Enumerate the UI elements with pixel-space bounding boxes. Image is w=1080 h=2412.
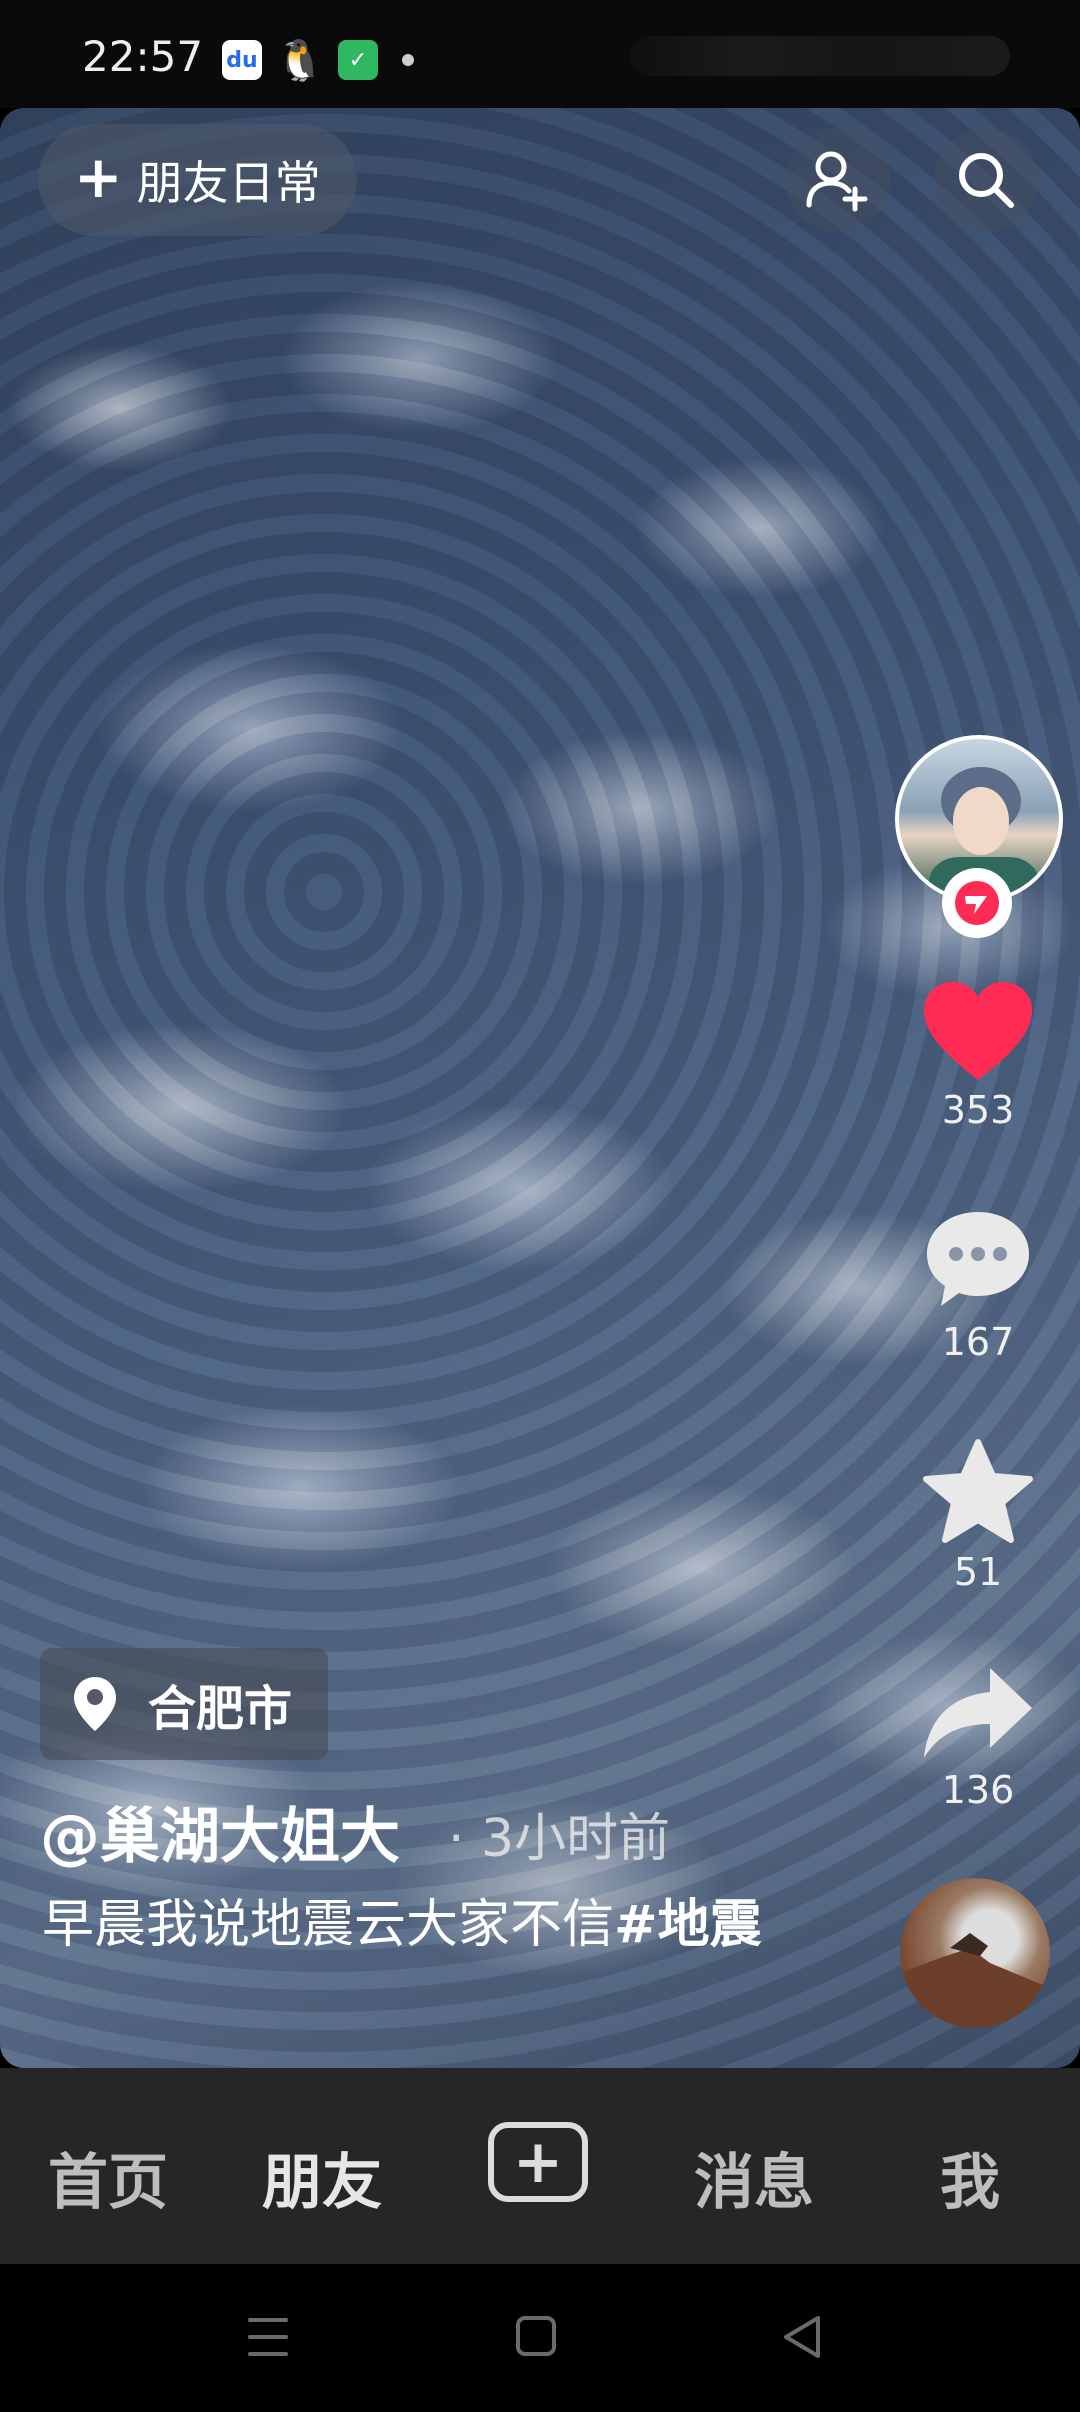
post-caption: 早晨我说地震云大家不信#地震 <box>42 1890 782 1960</box>
comment-icon <box>927 1212 1029 1306</box>
back-triangle-icon[interactable] <box>780 2312 824 2362</box>
music-disc[interactable] <box>900 1878 1050 2028</box>
like-button[interactable]: 353 <box>890 980 1066 1132</box>
caption-hashtag[interactable]: #地震 <box>614 1895 762 1955</box>
share-arrow-icon <box>924 1668 1032 1758</box>
baidu-icon: du <box>222 40 262 80</box>
search-icon <box>959 153 1014 208</box>
status-icons: du 🐧 ✓ <box>222 37 414 84</box>
favorite-count: 51 <box>953 1550 1003 1594</box>
author-name[interactable]: @巢湖大姐大 <box>40 1788 400 1875</box>
system-nav-bar <box>0 2264 1080 2412</box>
status-bar: 22:57 du 🐧 ✓ <box>0 0 1080 108</box>
tab-messages[interactable]: 消息 <box>694 2134 814 2221</box>
menu-icon[interactable] <box>246 2312 290 2362</box>
create-post-button[interactable]: + <box>488 2122 588 2202</box>
shield-icon: ✓ <box>338 40 378 80</box>
home-square-icon[interactable] <box>514 2312 558 2362</box>
heart-icon <box>924 982 1032 1080</box>
notification-dot-icon <box>402 54 414 66</box>
follow-icon <box>955 881 999 925</box>
add-friend-button[interactable] <box>786 128 890 232</box>
location-tag[interactable]: 合肥市 <box>40 1648 329 1760</box>
friend-daily-label: 朋友日常 <box>136 156 321 210</box>
tab-friends[interactable]: 朋友 <box>262 2134 382 2221</box>
search-button[interactable] <box>934 128 1038 232</box>
bottom-nav: 首页 朋友 + 消息 我 <box>0 2068 1080 2264</box>
follow-badge[interactable] <box>942 868 1012 938</box>
post-time: · 3小时前 <box>448 1809 671 1869</box>
favorite-button[interactable]: 51 <box>890 1438 1066 1594</box>
share-count: 136 <box>941 1768 1015 1812</box>
add-person-icon <box>806 151 868 212</box>
comment-button[interactable]: 167 <box>890 1206 1066 1364</box>
share-button[interactable]: 136 <box>890 1664 1066 1812</box>
friend-daily-button[interactable]: + 朋友日常 <box>38 124 357 236</box>
status-time: 22:57 <box>82 32 204 81</box>
music-disc-image <box>900 1933 1050 2028</box>
like-count: 353 <box>941 1088 1015 1132</box>
comment-count: 167 <box>941 1320 1015 1364</box>
caption-text: 早晨我说地震云大家不信 <box>42 1895 615 1955</box>
status-right-indicators <box>630 36 1010 76</box>
plus-icon: + <box>74 143 123 211</box>
location-pin-icon <box>74 1677 116 1731</box>
tab-me[interactable]: 我 <box>940 2134 1000 2221</box>
location-label: 合肥市 <box>148 1681 293 1737</box>
qq-icon: 🐧 <box>275 37 325 84</box>
tab-home[interactable]: 首页 <box>48 2134 168 2221</box>
star-icon <box>923 1439 1033 1543</box>
plus-icon: + <box>512 2127 564 2197</box>
